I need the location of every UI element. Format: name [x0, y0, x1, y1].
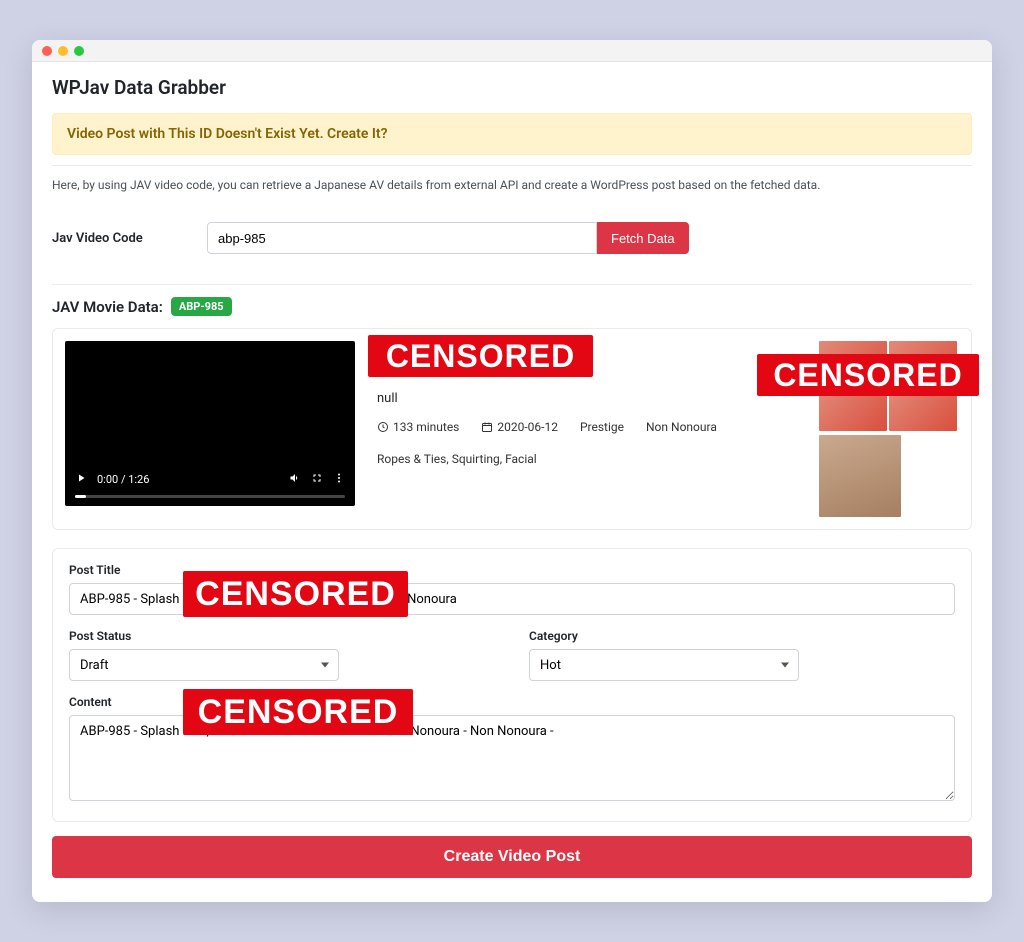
player-time: 0:00 / 1:26 [97, 473, 149, 486]
censor-overlay: CENSORED [368, 335, 593, 377]
movie-card: 0:00 / 1:26 Full Drain! 5 Shocking null [52, 328, 972, 530]
page-title: WPJav Data Grabber [52, 76, 972, 99]
window-titlebar [32, 40, 992, 62]
duration-meta: 133 minutes [377, 420, 459, 434]
volume-icon[interactable] [289, 472, 301, 487]
play-icon[interactable] [75, 472, 87, 487]
censor-overlay: CENSORED [183, 571, 408, 617]
actress-thumbnail[interactable] [819, 435, 901, 517]
post-status-label: Post Status [69, 629, 339, 643]
code-input-row: Jav Video Code Fetch Data [52, 222, 972, 254]
date-meta: 2020-06-12 [481, 420, 558, 434]
post-form: Post Title Post Status Draft Category [52, 548, 972, 822]
video-code-input[interactable] [207, 222, 597, 254]
divider [52, 165, 972, 166]
code-badge: ABP-985 [171, 297, 232, 316]
divider [52, 284, 972, 285]
create-post-button[interactable]: Create Video Post [52, 836, 972, 878]
fetch-data-button[interactable]: Fetch Data [597, 222, 689, 254]
code-label: Jav Video Code [52, 231, 207, 246]
window-minimize-icon[interactable] [58, 46, 68, 56]
code-input-group: Fetch Data [207, 222, 689, 254]
calendar-icon [481, 421, 493, 433]
help-text: Here, by using JAV video code, you can r… [52, 178, 972, 192]
section-heading: JAV Movie Data: ABP-985 [52, 297, 972, 316]
section-heading-text: JAV Movie Data: [52, 298, 163, 316]
clock-icon [377, 421, 389, 433]
alert-banner: Video Post with This ID Doesn't Exist Ye… [52, 113, 972, 155]
censor-overlay: CENSORED [757, 354, 979, 396]
movie-description: null [377, 391, 797, 406]
fullscreen-icon[interactable] [311, 472, 323, 487]
post-status-select[interactable]: Draft [69, 649, 339, 681]
app-window: WPJav Data Grabber Video Post with This … [32, 40, 992, 902]
window-maximize-icon[interactable] [74, 46, 84, 56]
more-icon[interactable] [333, 472, 345, 487]
category-label: Category [529, 629, 799, 643]
studio-meta: Prestige [580, 420, 624, 434]
page-content: WPJav Data Grabber Video Post with This … [32, 62, 992, 902]
video-player[interactable]: 0:00 / 1:26 [65, 341, 355, 506]
movie-tags: Ropes & Ties, Squirting, Facial [377, 452, 797, 466]
window-close-icon[interactable] [42, 46, 52, 56]
player-progress[interactable] [75, 495, 345, 498]
censor-overlay: CENSORED [183, 689, 413, 735]
category-select[interactable]: Hot [529, 649, 799, 681]
actress-meta: Non Nonoura [646, 420, 717, 434]
movie-meta: 133 minutes 2020-06-12 Prestige Non Nono… [377, 420, 797, 434]
